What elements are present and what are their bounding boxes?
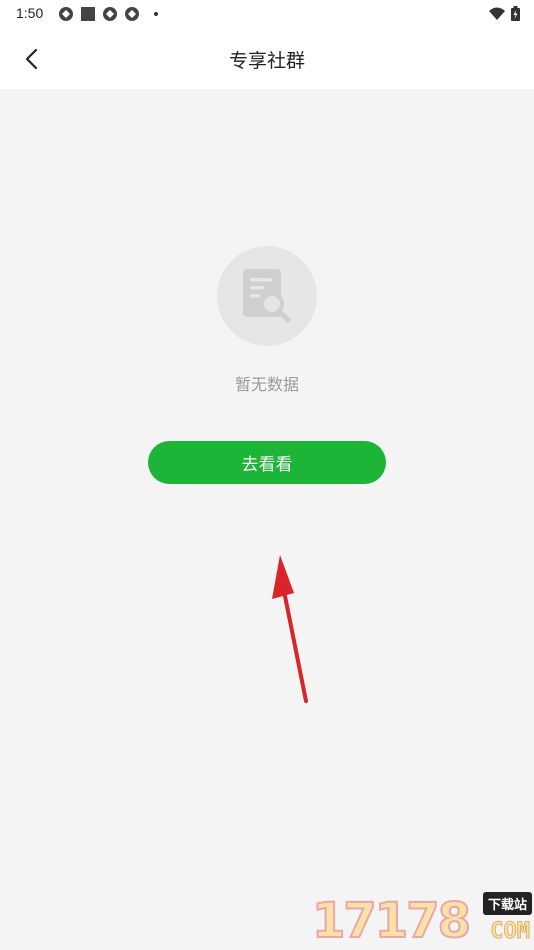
status-time: 1:50	[16, 5, 44, 21]
wifi-icon	[489, 7, 505, 20]
notification-icon	[103, 7, 117, 21]
square-notification-icon	[81, 7, 95, 21]
watermark-tag: 下载站	[482, 892, 532, 915]
watermark-digits: 17178	[311, 893, 472, 949]
battery-charging-icon	[511, 6, 520, 21]
status-notifications	[58, 6, 158, 22]
content-area: 暂无数据 去看看	[0, 89, 534, 950]
empty-state-message: 暂无数据	[234, 375, 299, 394]
status-bar: 1:50	[0, 0, 534, 28]
notification-icon	[125, 7, 139, 21]
watermark-suffix: COM	[490, 919, 531, 945]
site-watermark: 17178 下载站 COM	[308, 892, 532, 949]
annotation-arrow	[272, 555, 308, 703]
go-look-button[interactable]: 去看看	[148, 441, 386, 484]
document-search-icon	[243, 269, 291, 323]
more-notifications-dot	[154, 12, 158, 16]
empty-state-illustration	[217, 246, 317, 346]
status-system-icons	[489, 6, 520, 21]
page-title: 专享社群	[228, 50, 305, 72]
notification-icon	[59, 7, 73, 21]
nav-bar: 专享社群	[0, 28, 534, 89]
